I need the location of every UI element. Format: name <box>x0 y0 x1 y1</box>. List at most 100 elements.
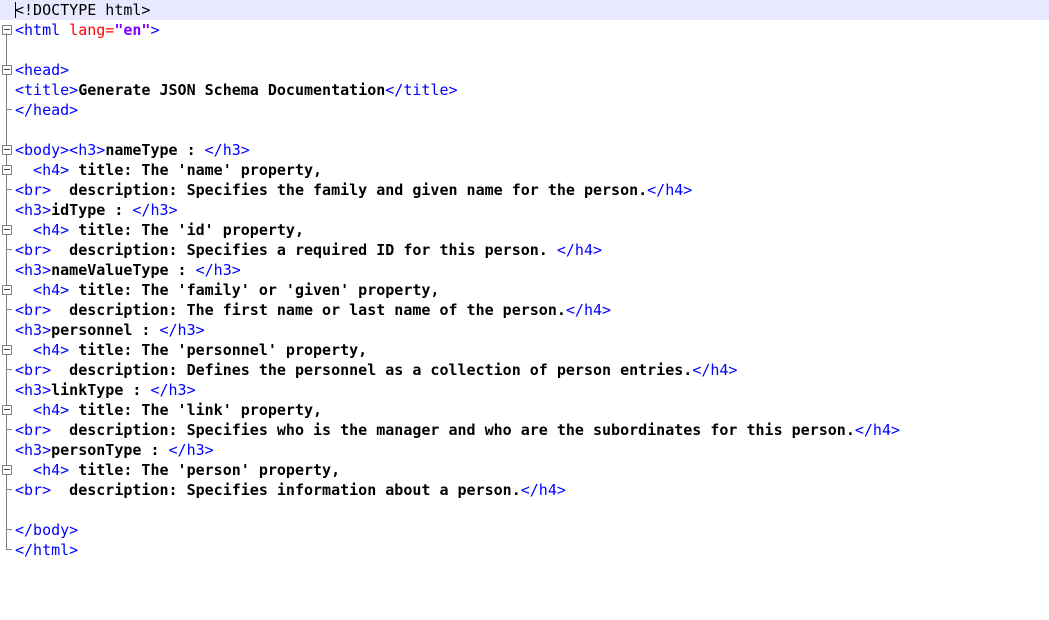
fold-end-marker <box>6 480 12 490</box>
fold-minus-icon <box>2 405 12 415</box>
fold-end-marker <box>6 240 12 250</box>
code-line-html-open[interactable]: <html lang="en"> <box>0 20 1049 40</box>
fold-minus-icon <box>2 65 12 75</box>
h4-desc-text: description: Specifies the family and gi… <box>51 181 648 199</box>
fold-toggle-h4[interactable] <box>0 160 14 180</box>
h3-separator: : <box>177 141 205 159</box>
fold-minus-icon <box>2 145 12 155</box>
code-line-h3[interactable]: <h3>personnel : </h3> <box>0 320 1049 340</box>
h4-desc-text: description: The first name or last name… <box>51 301 566 319</box>
h3-name: nameValueType <box>51 261 169 279</box>
title-open-tag: <title> <box>15 81 79 99</box>
title-text: Generate JSON Schema Documentation <box>78 81 386 99</box>
h4-open-tag: <h4> <box>15 281 70 299</box>
h3-close-tag: </h3> <box>132 201 178 219</box>
h4-close-tag: </h4> <box>854 421 901 439</box>
code-line-h4-title[interactable]: <h4> title: The 'family' or 'given' prop… <box>0 280 1049 300</box>
fold-minus-icon <box>2 465 12 475</box>
h4-title-text: title: The 'link' property, <box>69 401 323 419</box>
fold-toggle-h4[interactable] <box>0 220 14 240</box>
h4-title-text: title: The 'name' property, <box>69 161 323 179</box>
h3-separator: : <box>105 201 133 219</box>
code-line-title[interactable]: <title>Generate JSON Schema Documentatio… <box>0 80 1049 100</box>
body-close-tag: </body> <box>15 521 79 539</box>
code-line-h4-desc[interactable]: <br> description: Specifies a required I… <box>0 240 1049 260</box>
h4-open-tag: <h4> <box>15 161 70 179</box>
code-line-h3[interactable]: <h3>idType : </h3> <box>0 200 1049 220</box>
doctype-text: <!DOCTYPE html> <box>15 1 151 19</box>
h4-desc-text: description: Specifies information about… <box>51 481 521 499</box>
code-line-body-close[interactable]: </body> <box>0 520 1049 540</box>
fold-toggle-head[interactable] <box>0 60 14 80</box>
code-line-head-close[interactable]: </head> <box>0 100 1049 120</box>
code-line-head-open[interactable]: <head> <box>0 60 1049 80</box>
h3-close-tag: </h3> <box>150 381 196 399</box>
code-line-h4-title[interactable]: <h4> title: The 'id' property, <box>0 220 1049 240</box>
h4-open-tag: <h4> <box>15 221 70 239</box>
code-line-html-close[interactable]: </html> <box>0 540 1049 560</box>
fold-end-marker <box>6 300 12 310</box>
code-line-h3[interactable]: <h3>personType : </h3> <box>0 440 1049 460</box>
h3-name: idType <box>51 201 106 219</box>
h3-close-tag: </h3> <box>204 141 250 159</box>
h4-open-tag: <h4> <box>15 461 70 479</box>
h3-close-tag: </h3> <box>159 321 205 339</box>
h3-name: personnel <box>51 321 133 339</box>
fold-toggle-h4[interactable] <box>0 460 14 480</box>
h3-open-tag: <h3> <box>15 261 52 279</box>
h3-separator: : <box>123 381 151 399</box>
code-line-h4-title[interactable]: <h4> title: The 'name' property, <box>0 160 1049 180</box>
br-tag: <br> <box>15 481 52 499</box>
h3-open-tag: <h3> <box>15 321 52 339</box>
code-line-h3[interactable]: <h3>linkType : </h3> <box>0 380 1049 400</box>
html-tag: <html <box>15 21 61 39</box>
code-line-h4-title[interactable]: <h4> title: The 'link' property, <box>0 400 1049 420</box>
fold-toggle-h4[interactable] <box>0 280 14 300</box>
code-editor[interactable]: <!DOCTYPE html> <html lang="en"> <head> … <box>0 0 1049 562</box>
br-tag: <br> <box>15 421 52 439</box>
h4-close-tag: </h4> <box>556 241 603 259</box>
h3-close-tag: </h3> <box>195 261 241 279</box>
h4-title-text: title: The 'personnel' property, <box>69 341 368 359</box>
h3-separator: : <box>168 261 196 279</box>
fold-minus-icon <box>2 345 12 355</box>
head-open-tag: <head> <box>15 61 70 79</box>
text-caret <box>15 2 16 18</box>
fold-toggle-html[interactable] <box>0 20 14 40</box>
fold-minus-icon <box>2 285 12 295</box>
code-line-h4-desc[interactable]: <br> description: Specifies who is the m… <box>0 420 1049 440</box>
h3-name: nameType <box>105 141 178 159</box>
code-line-h4-desc[interactable]: <br> description: The first name or last… <box>0 300 1049 320</box>
h3-open-tag: <h3> <box>15 441 52 459</box>
html-close-tag: </html> <box>15 541 79 559</box>
fold-toggle-h4[interactable] <box>0 340 14 360</box>
h4-close-tag: </h4> <box>520 481 566 499</box>
html-tag-end: > <box>150 21 160 39</box>
code-line-h4-desc[interactable]: <br> description: Specifies information … <box>0 480 1049 500</box>
fold-toggle-body[interactable] <box>0 140 14 160</box>
code-line-h4-desc[interactable]: <br> description: Defines the personnel … <box>0 360 1049 380</box>
fold-end-marker <box>6 180 12 190</box>
fold-minus-icon <box>2 225 12 235</box>
br-tag: <br> <box>15 181 52 199</box>
fold-end-marker <box>6 360 12 370</box>
fold-toggle-h4[interactable] <box>0 400 14 420</box>
h4-title-text: title: The 'person' property, <box>69 461 341 479</box>
h3-open-tag: <h3> <box>15 201 52 219</box>
h3-close-tag: </h3> <box>168 441 214 459</box>
code-line-h4-title[interactable]: <h4> title: The 'personnel' property, <box>0 340 1049 360</box>
h4-desc-text: description: Defines the personnel as a … <box>51 361 693 379</box>
lang-value: "en" <box>114 21 151 39</box>
code-line-h4-title[interactable]: <h4> title: The 'person' property, <box>0 460 1049 480</box>
lang-attr: lang= <box>60 21 115 39</box>
br-tag: <br> <box>15 361 52 379</box>
h4-title-text: title: The 'id' property, <box>69 221 304 239</box>
code-line-h3[interactable]: <h3>nameValueType : </h3> <box>0 260 1049 280</box>
code-line-doctype[interactable]: <!DOCTYPE html> <box>0 0 1049 20</box>
h3-name: linkType <box>51 381 124 399</box>
br-tag: <br> <box>15 241 52 259</box>
br-tag: <br> <box>15 301 52 319</box>
h4-title-text: title: The 'family' or 'given' property, <box>69 281 440 299</box>
code-line-body-open[interactable]: <body><h3>nameType : </h3> <box>0 140 1049 160</box>
code-line-h4-desc[interactable]: <br> description: Specifies the family a… <box>0 180 1049 200</box>
